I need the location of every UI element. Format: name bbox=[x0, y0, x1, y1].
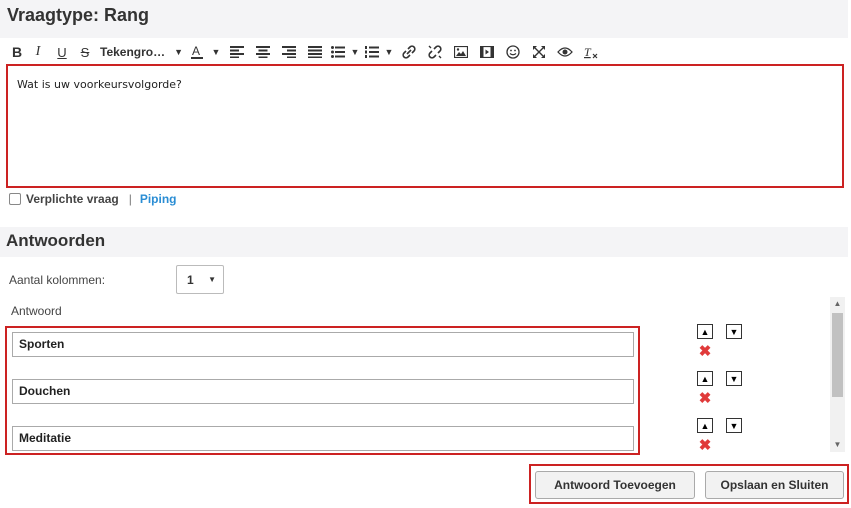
move-down-icon[interactable]: ▼ bbox=[726, 324, 742, 339]
piping-link[interactable]: Piping bbox=[140, 192, 177, 206]
link-icon[interactable] bbox=[396, 42, 422, 62]
chevron-down-icon: ▼ bbox=[174, 47, 184, 57]
text-color-icon[interactable]: A ▼ bbox=[186, 42, 224, 62]
required-row: Verplichte vraag | Piping bbox=[9, 192, 177, 206]
answer-input[interactable]: Douchen bbox=[12, 379, 634, 404]
bullet-list-icon[interactable]: ▼ bbox=[328, 42, 362, 62]
answers-title: Antwoorden bbox=[6, 231, 106, 250]
required-checkbox[interactable] bbox=[9, 193, 21, 205]
editor-toolbar: B I U S Tekengro… ▼ A ▼ ▼ ▼ T bbox=[8, 41, 604, 63]
question-editor[interactable]: Wat is uw voorkeursvolgorde? bbox=[6, 64, 844, 188]
page-title: Vraagtype: Rang bbox=[7, 5, 150, 25]
align-justify-icon[interactable] bbox=[302, 42, 328, 62]
answer-input[interactable]: Meditatie bbox=[12, 426, 634, 451]
font-size-label: Tekengro… bbox=[100, 45, 166, 59]
question-text: Wat is uw voorkeursvolgorde? bbox=[17, 78, 182, 91]
svg-text:A: A bbox=[192, 44, 200, 58]
scroll-up-icon[interactable]: ▲ bbox=[830, 297, 845, 311]
answer-column-label: Antwoord bbox=[11, 304, 62, 318]
smiley-icon[interactable] bbox=[500, 42, 526, 62]
numbered-list-icon[interactable]: ▼ bbox=[362, 42, 396, 62]
clear-formatting-icon[interactable]: T bbox=[578, 42, 604, 62]
chevron-down-icon: ▼ bbox=[211, 47, 221, 57]
move-down-icon[interactable]: ▼ bbox=[726, 371, 742, 386]
columns-value: 1 bbox=[187, 272, 194, 287]
separator: | bbox=[128, 192, 132, 206]
answers-list: Sporten Douchen Meditatie bbox=[5, 326, 640, 455]
delete-icon[interactable]: ✖ bbox=[698, 344, 712, 359]
scroll-down-icon[interactable]: ▼ bbox=[830, 438, 845, 452]
image-icon[interactable] bbox=[448, 42, 474, 62]
italic-icon[interactable]: I bbox=[26, 42, 50, 62]
required-label: Verplichte vraag bbox=[26, 192, 119, 206]
scroll-thumb[interactable] bbox=[832, 313, 843, 397]
delete-icon[interactable]: ✖ bbox=[698, 391, 712, 406]
chevron-down-icon: ▼ bbox=[208, 275, 216, 284]
underline-icon[interactable]: U bbox=[50, 42, 74, 62]
move-down-icon[interactable]: ▼ bbox=[726, 418, 742, 433]
answers-scrollbar[interactable]: ▲ ▼ bbox=[830, 297, 845, 452]
strikethrough-icon[interactable]: S bbox=[74, 42, 96, 62]
delete-icon[interactable]: ✖ bbox=[698, 438, 712, 453]
move-up-icon[interactable]: ▲ bbox=[697, 371, 713, 386]
font-size-dropdown[interactable]: Tekengro… ▼ bbox=[96, 42, 186, 62]
chevron-down-icon: ▼ bbox=[350, 47, 360, 57]
columns-label: Aantal kolommen: bbox=[9, 273, 106, 287]
video-icon[interactable] bbox=[474, 42, 500, 62]
align-left-icon[interactable] bbox=[224, 42, 250, 62]
bold-icon[interactable]: B bbox=[8, 42, 26, 62]
save-close-button[interactable]: Opslaan en Sluiten bbox=[705, 471, 844, 499]
align-right-icon[interactable] bbox=[276, 42, 302, 62]
move-up-icon[interactable]: ▲ bbox=[697, 324, 713, 339]
action-buttons: Antwoord Toevoegen Opslaan en Sluiten bbox=[529, 464, 849, 504]
answers-header-band bbox=[0, 227, 848, 257]
fullscreen-icon[interactable] bbox=[526, 42, 552, 62]
chevron-down-icon: ▼ bbox=[384, 47, 394, 57]
svg-text:T: T bbox=[584, 45, 592, 59]
answer-input[interactable]: Sporten bbox=[12, 332, 634, 357]
move-up-icon[interactable]: ▲ bbox=[697, 418, 713, 433]
align-center-icon[interactable] bbox=[250, 42, 276, 62]
columns-select[interactable]: 1 ▼ bbox=[176, 265, 224, 294]
unlink-icon[interactable] bbox=[422, 42, 448, 62]
preview-eye-icon[interactable] bbox=[552, 42, 578, 62]
add-answer-button[interactable]: Antwoord Toevoegen bbox=[535, 471, 695, 499]
